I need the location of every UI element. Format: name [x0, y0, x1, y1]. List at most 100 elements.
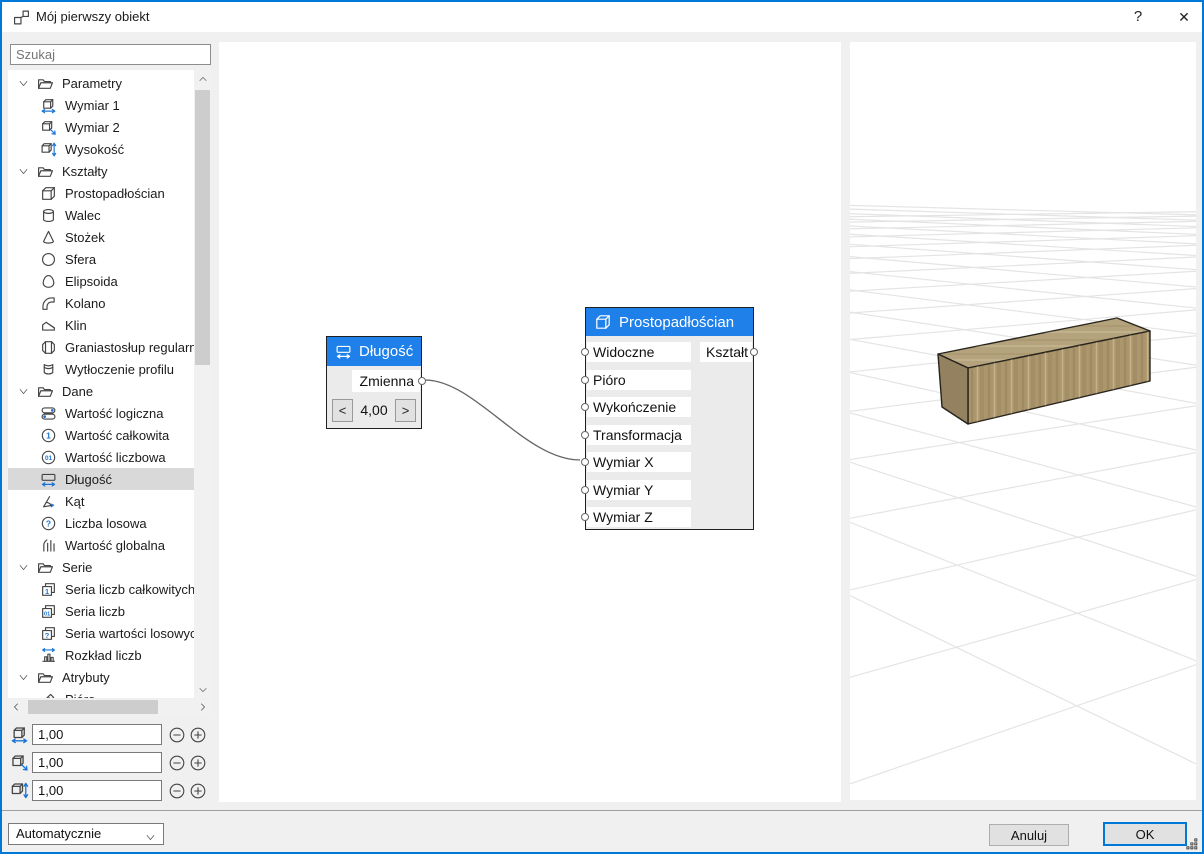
node-canvas[interactable]: Długość Zmienna < 4,00 > Prostopadłościa… [219, 42, 841, 802]
tree-item-sfera[interactable]: Sfera [8, 248, 194, 270]
height-decrement-button[interactable] [169, 782, 187, 800]
cancel-button[interactable]: Anuluj [989, 824, 1069, 846]
tree-item-wyt-oczenie-profilu[interactable]: Wytłoczenie profilu [8, 358, 194, 380]
tree-item-prostopad-o-cian[interactable]: Prostopadłościan [8, 182, 194, 204]
value-increment-button[interactable]: > [395, 399, 416, 422]
tree-item-k-t[interactable]: Kąt [8, 490, 194, 512]
tree-item-wysoko[interactable]: Wysokość [8, 138, 194, 160]
input-port-wyko-czenie[interactable] [581, 403, 589, 411]
width-increment-button[interactable] [190, 726, 208, 744]
chevron-down-icon [18, 672, 29, 683]
tree-vertical-scrollbar[interactable] [194, 70, 211, 698]
input-port-wymiar-x[interactable] [581, 458, 589, 466]
tree-folder-parametry[interactable]: Parametry [8, 72, 194, 94]
tree-item-rozk-ad-liczb[interactable]: Rozkład liczb [8, 644, 194, 666]
tree-item-klin[interactable]: Klin [8, 314, 194, 336]
scroll-right-button[interactable] [195, 699, 211, 715]
input-port-wymiar-z[interactable] [581, 513, 589, 521]
tree-item-elipsoida[interactable]: Elipsoida [8, 270, 194, 292]
depth-increment-button[interactable] [190, 754, 208, 772]
horizontal-scroll-thumb[interactable] [28, 700, 158, 714]
tree-viewport[interactable]: ParametryWymiar 1Wymiar 2 Wysokość Kształt… [8, 70, 194, 698]
tree-item-wymiar-2[interactable]: Wymiar 2 [8, 116, 194, 138]
tree-item-label: Sfera [65, 252, 96, 267]
box-node[interactable]: Prostopadłościan Widoczne Pióro Wykończeni… [585, 307, 754, 530]
box-node-header[interactable]: Prostopadłościan [586, 308, 753, 336]
input-wyko-czenie[interactable]: Wykończenie [587, 397, 691, 417]
length-node[interactable]: Długość Zmienna < 4,00 > [326, 336, 422, 429]
tree-horizontal-scrollbar[interactable] [8, 699, 211, 715]
input-wymiar-x[interactable]: Wymiar X [587, 452, 691, 472]
tree-item-label: Stożek [65, 230, 105, 245]
input-wymiar-y[interactable]: Wymiar Y [587, 480, 691, 500]
ok-button[interactable]: OK [1103, 822, 1187, 846]
tree-folder-kszta-ty[interactable]: Kształty [8, 160, 194, 182]
tree-item-warto-liczbowa[interactable]: 01Wartość liczbowa [8, 446, 194, 468]
tree-item-label: Wysokość [65, 142, 124, 157]
tree-item-graniastos-up-regularny[interactable]: Graniastosłup regularny [8, 336, 194, 358]
height-increment-button[interactable] [190, 782, 208, 800]
tree-item-warto-ca-kowita[interactable]: 1Wartość całkowita [8, 424, 194, 446]
scroll-down-button[interactable] [194, 681, 211, 698]
node-link-icon [13, 9, 30, 26]
scroll-up-button[interactable] [194, 70, 211, 87]
width-decrement-button[interactable] [169, 726, 187, 744]
tree-item-label: Kolano [65, 296, 105, 311]
tree-folder-atrybuty[interactable]: Atrybuty [8, 666, 194, 688]
help-button[interactable]: ? [1122, 2, 1154, 32]
wooden-box [938, 318, 1150, 424]
height-value-field[interactable] [32, 780, 162, 801]
tree-item-wymiar-1[interactable]: Wymiar 1 [8, 94, 194, 116]
elbow-icon [40, 295, 57, 312]
tree-item-warto-globalna[interactable]: Wartość globalna [8, 534, 194, 556]
tree-item-walec[interactable]: Walec [8, 204, 194, 226]
input-port-transformacja[interactable] [581, 431, 589, 439]
input-port-pi-ro[interactable] [581, 376, 589, 384]
input-widoczne[interactable]: Widoczne [587, 342, 691, 362]
mode-select[interactable]: Automatycznie [8, 823, 164, 845]
tree-item-label: Atrybuty [62, 670, 110, 685]
tree-item-seria-liczb-ca-kowitych[interactable]: 1Seria liczb całkowitych [8, 578, 194, 600]
close-button[interactable]: ✕ [1166, 2, 1202, 32]
scroll-left-button[interactable] [8, 699, 24, 715]
folder-icon [37, 75, 54, 92]
depth-decrement-button[interactable] [169, 754, 187, 772]
length-node-header[interactable]: Długość [327, 337, 421, 366]
dim-width-icon [40, 97, 57, 114]
tree-item-pi-ro[interactable]: Pióro [8, 688, 194, 698]
input-wymiar-z[interactable]: Wymiar Z [587, 507, 691, 527]
tree-folder-serie[interactable]: Serie [8, 556, 194, 578]
output-port-zmienna[interactable] [418, 377, 426, 385]
tree-item-label: Elipsoida [65, 274, 118, 289]
input-port-widoczne[interactable] [581, 348, 589, 356]
input-transformacja[interactable]: Transformacja [587, 425, 691, 445]
prism-icon [40, 339, 57, 356]
output-zmienna[interactable]: Zmienna [352, 370, 420, 392]
input-pi-ro[interactable]: Pióro [587, 370, 691, 390]
tree-item-warto-logiczna[interactable]: Wartość logiczna [8, 402, 194, 424]
tree-item-sto-ek[interactable]: Stożek [8, 226, 194, 248]
dim-width-icon [10, 725, 29, 744]
vertical-scroll-thumb[interactable] [195, 90, 210, 365]
plus-circle-icon [190, 727, 206, 743]
tree-item-kolano[interactable]: Kolano [8, 292, 194, 314]
tree-item-d-ugo[interactable]: Długość [8, 468, 194, 490]
search-input[interactable] [10, 44, 211, 65]
tree-folder-dane[interactable]: Dane [8, 380, 194, 402]
title-bar[interactable]: Mój pierwszy obiekt ? ✕ [2, 2, 1202, 32]
global-value-icon [40, 537, 57, 554]
tree-item-seria-warto-ci-losowych[interactable]: ?Seria wartości losowych [8, 622, 194, 644]
dialog-window: Mój pierwszy obiekt ? ✕ ParametryWymiar … [0, 0, 1204, 854]
minus-circle-icon [169, 727, 185, 743]
preview-3d-viewport[interactable] [850, 42, 1196, 800]
output-port-ksztalt[interactable] [750, 348, 758, 356]
input-port-wymiar-y[interactable] [581, 486, 589, 494]
output-ksztalt[interactable]: Kształt [700, 342, 752, 362]
tree-item-liczba-losowa[interactable]: ?Liczba losowa [8, 512, 194, 534]
depth-value-field[interactable] [32, 752, 162, 773]
cylinder-icon [40, 207, 57, 224]
width-value-field[interactable] [32, 724, 162, 745]
resize-grip[interactable] [1186, 838, 1200, 852]
length-icon [335, 343, 352, 360]
tree-item-seria-liczb[interactable]: 01Seria liczb [8, 600, 194, 622]
